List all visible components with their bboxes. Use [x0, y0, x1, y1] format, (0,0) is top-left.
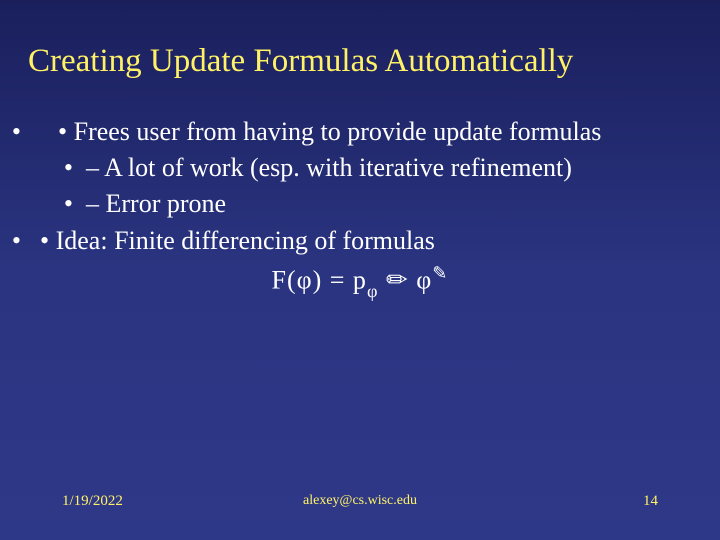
bullet-text: Idea: Finite differencing of formulas: [56, 226, 435, 255]
sub-bullet-text: Error prone: [106, 189, 227, 218]
bullet-list-level1: Frees user from having to provide update…: [34, 114, 686, 260]
slide-title: Creating Update Formulas Automatically: [0, 0, 720, 82]
formula-symbol-1: ✏: [386, 266, 409, 295]
sub-bullet-item: Error prone: [86, 186, 686, 222]
formula-phi2: φ: [416, 266, 432, 295]
footer-date: 1/19/2022: [62, 493, 123, 510]
formula-symbol-2: ✎: [432, 263, 448, 283]
slide-body: Frees user from having to provide update…: [0, 82, 720, 303]
formula-space: [378, 266, 386, 295]
formula-line: F(φ) = pφ ✏ φ✎: [34, 261, 686, 302]
sub-bullet-item: A lot of work (esp. with iterative refin…: [86, 150, 686, 186]
bullet-list-level2: A lot of work (esp. with iterative refin…: [58, 150, 686, 223]
bullet-item: Frees user from having to provide update…: [34, 114, 686, 223]
footer-page-number: 14: [643, 493, 658, 510]
bullet-item: Idea: Finite differencing of formulas: [34, 223, 686, 259]
formula-lhs: F(φ) = p: [271, 266, 366, 295]
slide-footer: 1/19/2022 alexey@cs.wisc.edu 14: [0, 493, 720, 510]
sub-bullet-text: A lot of work (esp. with iterative refin…: [104, 153, 572, 182]
bullet-text: Frees user from having to provide update…: [74, 117, 602, 146]
formula-subscript: φ: [367, 281, 379, 301]
